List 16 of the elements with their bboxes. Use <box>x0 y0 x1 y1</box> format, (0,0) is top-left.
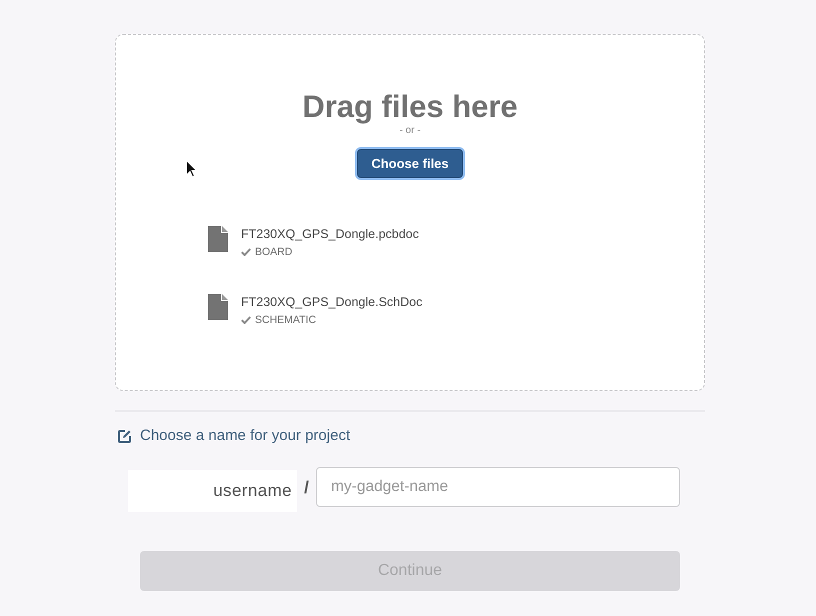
path-separator: / <box>303 477 310 499</box>
document-icon <box>208 294 228 320</box>
project-name-field[interactable]: my-gadget-name <box>316 467 680 507</box>
drop-title: Drag files here <box>302 89 518 125</box>
file-type: BOARD <box>255 245 292 259</box>
edit-icon <box>117 428 132 444</box>
project-name-heading: Choose a name for your project <box>140 426 350 446</box>
file-name: FT230XQ_GPS_Dongle.pcbdoc <box>241 226 419 242</box>
owner-name: username <box>128 470 297 512</box>
file-type: SCHEMATIC <box>255 313 316 327</box>
drop-zone[interactable]: Drag files here - or - Choose files FT230XQ_GPS_Dongle.pcbdoc BOARD FT230XQ_GPS_Dongle.SchDoc SCHEMATIC <box>115 34 705 391</box>
or-separator: - or - <box>399 125 421 137</box>
cursor-icon <box>186 160 197 178</box>
choose-files-button[interactable]: Choose files <box>357 149 463 178</box>
file-name: FT230XQ_GPS_Dongle.SchDoc <box>241 294 422 310</box>
document-icon <box>208 226 228 252</box>
